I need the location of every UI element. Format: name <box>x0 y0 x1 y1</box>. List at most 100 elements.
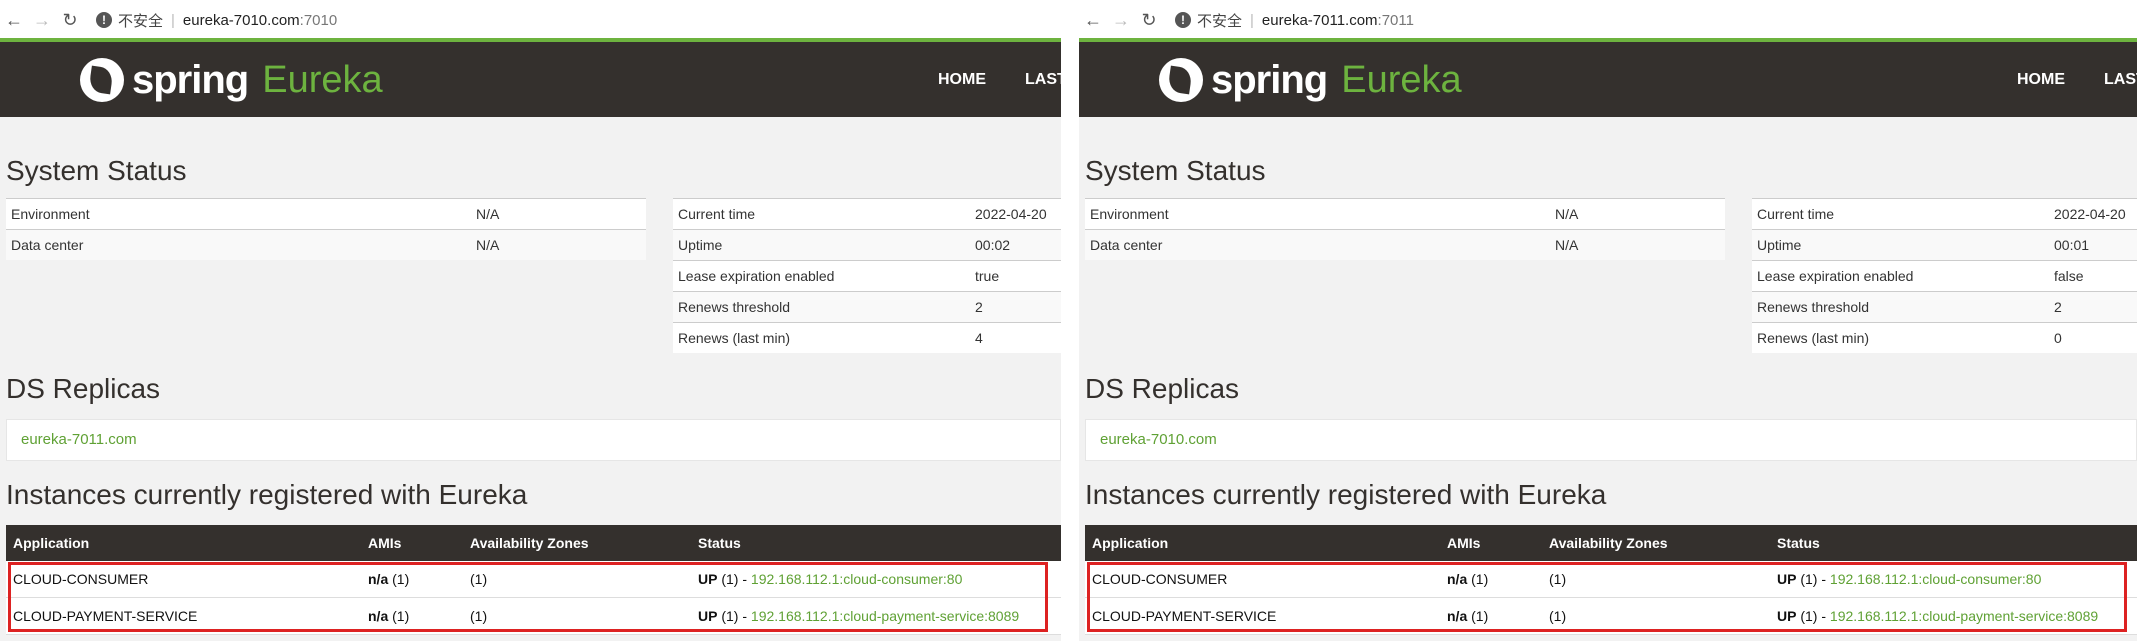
url-port[interactable]: :7011 <box>1378 12 1414 29</box>
brand-spring: spring <box>132 57 249 102</box>
status-value: true <box>970 260 1061 292</box>
status-row: Environment N/A <box>6 198 646 230</box>
status-up: UP <box>698 608 718 624</box>
instances-title: Instances currently registered with Eure… <box>1085 479 1607 510</box>
reload-icon[interactable]: ↻ <box>1135 10 1163 31</box>
spring-leaf-icon <box>80 58 124 102</box>
nav-last-link[interactable]: LAST <box>2104 71 2137 89</box>
amis-value: n/a <box>368 571 389 587</box>
column-header: Application <box>6 525 361 561</box>
status-value: 0 <box>2049 322 2137 353</box>
status-value: 2 <box>970 291 1061 323</box>
status-cell: UP (1) - 192.168.112.1:cloud-payment-ser… <box>1770 597 2137 635</box>
reload-icon[interactable]: ↻ <box>56 10 84 31</box>
column-header: Status <box>1770 525 2137 561</box>
amis-cell: n/a (1) <box>361 561 463 598</box>
forward-icon[interactable]: → <box>28 10 56 31</box>
ds-replica-item: eureka-7011.com <box>6 419 1061 461</box>
status-label: Renews threshold <box>1752 291 2049 323</box>
status-row: Current time 2022-04-20 <box>673 198 1061 230</box>
status-row: Uptime 00:02 <box>673 229 1061 261</box>
status-label: Renews (last min) <box>673 322 970 353</box>
forward-icon[interactable]: → <box>1107 10 1135 31</box>
warning-icon: ! <box>1175 12 1191 28</box>
status-row: Uptime 00:01 <box>1752 229 2137 261</box>
ds-replica-item: eureka-7010.com <box>1085 419 2137 461</box>
application-name: CLOUD-CONSUMER <box>6 561 361 598</box>
status-label: Environment <box>6 198 471 230</box>
panel-divider <box>1061 0 1079 641</box>
column-header: Application <box>1085 525 1440 561</box>
back-icon[interactable]: ← <box>0 10 28 31</box>
amis-count: (1) <box>392 608 410 624</box>
application-name: CLOUD-PAYMENT-SERVICE <box>6 597 361 635</box>
status-row: Environment N/A <box>1085 198 1725 230</box>
status-label: Renews threshold <box>673 291 970 323</box>
amis-count: (1) <box>1471 571 1489 587</box>
ds-replica-link[interactable]: eureka-7010.com <box>1100 431 1217 448</box>
instance-link[interactable]: 192.168.112.1:cloud-consumer:80 <box>751 571 962 587</box>
status-value: 00:02 <box>970 229 1061 261</box>
warning-icon: ! <box>96 12 112 28</box>
status-up: UP <box>1777 571 1797 587</box>
spring-eureka-logo[interactable]: spring Eureka <box>1159 54 1462 106</box>
status-label: Environment <box>1085 198 1550 230</box>
nav-last-link[interactable]: LAST <box>1025 71 1061 89</box>
brand-eureka: Eureka <box>262 58 383 101</box>
status-up: UP <box>698 571 718 587</box>
column-header: AMIs <box>361 525 463 561</box>
url-host[interactable]: eureka-7011.com <box>1262 12 1378 29</box>
ds-replicas-title: DS Replicas <box>6 373 161 404</box>
system-status-title: System Status <box>1085 155 1266 186</box>
system-status-right-table: Current time 2022-04-20 Uptime 00:01 Lease e… <box>1752 198 2137 353</box>
security-label: 不安全 <box>1197 12 1243 30</box>
status-count: (1) - <box>721 608 748 624</box>
status-row: Renews (last min) 4 <box>673 322 1061 353</box>
instances-table: Application AMIs Availability Zones Status … <box>6 525 1061 635</box>
status-label: Lease expiration enabled <box>1752 260 2049 292</box>
url-port[interactable]: :7010 <box>300 12 338 29</box>
nav-home-link[interactable]: HOME <box>938 71 986 89</box>
brand-eureka: Eureka <box>1341 58 1462 101</box>
address-bar: ← → ↻ ! 不安全 | eureka-7011.com:7011 <box>1079 0 2137 40</box>
instance-link[interactable]: 192.168.112.1:cloud-consumer:80 <box>1830 571 2041 587</box>
status-row: Renews (last min) 0 <box>1752 322 2137 353</box>
security-indicator[interactable]: ! 不安全 <box>96 10 163 31</box>
spring-eureka-logo[interactable]: spring Eureka <box>80 54 383 106</box>
instance-link[interactable]: 192.168.112.1:cloud-payment-service:8089 <box>751 608 1019 624</box>
amis-value: n/a <box>1447 608 1468 624</box>
nav-home-link[interactable]: HOME <box>2017 71 2065 89</box>
system-status-left-table: Environment N/A Data center N/A <box>1085 198 1725 260</box>
status-label: Data center <box>6 229 471 260</box>
instance-link[interactable]: 192.168.112.1:cloud-payment-service:8089 <box>1830 608 2098 624</box>
status-up: UP <box>1777 608 1797 624</box>
navbar: spring Eureka HOME LAST <box>1079 42 2137 117</box>
back-icon[interactable]: ← <box>1079 10 1107 31</box>
status-value: 2022-04-20 <box>970 198 1061 230</box>
security-indicator[interactable]: ! 不安全 <box>1175 10 1242 31</box>
status-value: N/A <box>1550 229 1725 260</box>
ds-replica-link[interactable]: eureka-7011.com <box>21 431 137 448</box>
status-cell: UP (1) - 192.168.112.1:cloud-consumer:80 <box>1770 561 2137 598</box>
status-value: N/A <box>471 198 646 230</box>
table-row: CLOUD-CONSUMER n/a (1) (1) UP (1) - 192.168… <box>1085 561 2137 598</box>
amis-value: n/a <box>368 608 389 624</box>
system-status-title: System Status <box>6 155 187 186</box>
address-separator: | <box>171 11 175 29</box>
system-status-right-table: Current time 2022-04-20 Uptime 00:02 Lease e… <box>673 198 1061 353</box>
status-value: N/A <box>471 229 646 260</box>
instances-table: Application AMIs Availability Zones Status … <box>1085 525 2137 635</box>
status-value: 4 <box>970 322 1061 353</box>
url-host[interactable]: eureka-7010.com <box>183 12 300 29</box>
status-label: Current time <box>1752 198 2049 230</box>
status-value: N/A <box>1550 198 1725 230</box>
brand-spring: spring <box>1211 57 1328 102</box>
amis-count: (1) <box>392 571 410 587</box>
status-row: Data center N/A <box>1085 229 1725 260</box>
security-label: 不安全 <box>118 12 164 30</box>
status-count: (1) - <box>721 571 748 587</box>
status-row: Lease expiration enabled true <box>673 260 1061 292</box>
status-row: Data center N/A <box>6 229 646 260</box>
application-name: CLOUD-PAYMENT-SERVICE <box>1085 597 1440 635</box>
status-row: Renews threshold 2 <box>1752 291 2137 323</box>
